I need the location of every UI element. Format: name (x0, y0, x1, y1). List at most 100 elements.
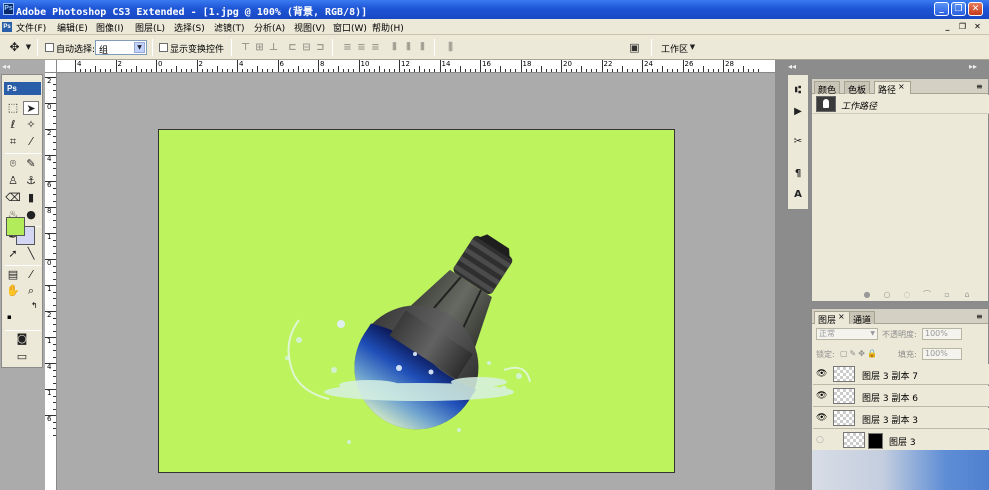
close-tab-icon[interactable]: × (898, 82, 905, 91)
stroke-path-icon[interactable]: ○ (882, 290, 892, 300)
brush-tool-icon[interactable]: ✎ (23, 157, 39, 171)
visibility-eye-icon[interactable]: 👁 (816, 413, 827, 423)
panel-menu-icon[interactable]: ≡ (976, 82, 983, 91)
visibility-eye-icon[interactable]: ○ (816, 435, 826, 445)
marquee-tool-icon[interactable]: ⬚ (5, 101, 21, 115)
align-vcenter-icon[interactable]: ⊞ (253, 41, 266, 54)
align-left-icon[interactable]: ⊏ (286, 41, 299, 54)
close-button[interactable]: ✕ (968, 2, 983, 16)
auto-align-icon[interactable]: ⫼ (444, 41, 457, 54)
menu-filter[interactable]: 滤镜(T) (214, 21, 245, 34)
distribute-hcenter-icon[interactable]: ⦀ (402, 41, 415, 54)
doc-restore-button[interactable]: ❐ (957, 22, 968, 32)
tab-channels[interactable]: 通道 (849, 311, 876, 326)
tab-swatches[interactable]: 色板 (844, 81, 871, 96)
align-hcenter-icon[interactable]: ⊟ (300, 41, 313, 54)
visibility-eye-icon[interactable]: 👁 (816, 369, 827, 379)
fill-field[interactable]: 100% (922, 348, 962, 360)
ruler-origin[interactable] (45, 60, 57, 73)
tab-layers[interactable]: 图层 (814, 311, 852, 326)
hand-tool-icon[interactable]: ✋ (5, 284, 21, 298)
delete-path-icon[interactable]: ⌂ (962, 290, 972, 300)
actions-panel-icon[interactable]: ▶ (791, 105, 805, 119)
tab-paths[interactable]: 路径 (874, 81, 912, 96)
distribute-top-icon[interactable]: ≡ (341, 41, 354, 54)
layer-row[interactable]: 👁 图层 3 副本 6 (813, 386, 989, 407)
default-colors-icon[interactable]: ▪ (7, 313, 12, 321)
tab-color[interactable]: 颜色 (814, 81, 841, 96)
path-selection-icon[interactable]: ➚ (5, 247, 21, 261)
fill-path-icon[interactable]: ● (862, 290, 872, 300)
menu-view[interactable]: 视图(V) (294, 21, 325, 34)
doc-minimize-button[interactable]: _ (942, 22, 953, 32)
zoom-tool-icon[interactable]: ⌕ (23, 284, 39, 298)
layer-row[interactable]: ○ 图层 3 (813, 430, 989, 451)
layer-row[interactable]: 👁 图层 3 副本 7 (813, 364, 989, 385)
menu-edit[interactable]: 编辑(E) (57, 21, 88, 34)
eyedropper-tool-icon[interactable]: ⁄ (23, 268, 39, 282)
visibility-eye-icon[interactable]: 👁 (816, 391, 827, 401)
show-transform-checkbox[interactable] (159, 43, 168, 52)
doc-close-button[interactable]: ✕ (972, 22, 983, 32)
auto-select-checkbox[interactable] (45, 43, 54, 52)
history-panel-icon[interactable]: ⑆ (791, 84, 805, 98)
paragraph-panel-icon[interactable]: ¶ (791, 167, 805, 181)
dodge-tool-icon[interactable]: ● (23, 208, 39, 222)
move-tool-preset-icon[interactable]: ✥ (8, 41, 21, 54)
character-panel-icon[interactable]: A (791, 188, 805, 202)
layer-row[interactable]: 👁 图层 3 副本 3 (813, 408, 989, 429)
slice-tool-icon[interactable]: ⁄ (23, 135, 39, 149)
menu-select[interactable]: 选择(S) (174, 21, 205, 34)
menu-analysis[interactable]: 分析(A) (254, 21, 285, 34)
expand-panels-icon[interactable]: ▸▸ (969, 62, 977, 71)
blend-mode-dropdown[interactable]: 正常 ▼ (816, 328, 878, 340)
distribute-right-icon[interactable]: ⦀ (416, 41, 429, 54)
menu-image[interactable]: 图像(I) (96, 21, 124, 34)
maximize-button[interactable]: ❐ (951, 2, 966, 16)
lock-icons[interactable]: ▢✎✥🔒 (840, 349, 879, 358)
make-work-path-icon[interactable]: ⌒ (922, 290, 932, 300)
minimize-button[interactable]: _ (934, 2, 949, 16)
menu-layer[interactable]: 图层(L) (135, 21, 165, 34)
path-row[interactable]: 工作路径 (813, 95, 989, 114)
align-top-icon[interactable]: ⊤ (239, 41, 252, 54)
menu-file[interactable]: 文件(F) (16, 21, 46, 34)
distribute-bottom-icon[interactable]: ≡ (369, 41, 382, 54)
collapse-toolbox-icon[interactable]: ◂◂ (2, 62, 10, 71)
bridge-icon[interactable]: ▣ (628, 41, 641, 54)
distribute-vcenter-icon[interactable]: ≡ (355, 41, 368, 54)
close-tab-icon[interactable]: × (838, 312, 845, 321)
tool-presets-icon[interactable]: ✂ (791, 135, 805, 149)
history-brush-icon[interactable]: ⚓ (23, 174, 39, 188)
foreground-color-swatch[interactable] (6, 217, 25, 236)
move-tool-icon[interactable]: ➤ (23, 101, 39, 115)
new-path-icon[interactable]: ▫ (942, 290, 952, 300)
workspace-chevron-down-icon[interactable]: ▼ (686, 41, 699, 54)
align-right-icon[interactable]: ⊐ (314, 41, 327, 54)
auto-select-dropdown[interactable]: 组 ▼ (95, 40, 147, 56)
gradient-tool-icon[interactable]: ▮ (23, 191, 39, 205)
healing-brush-icon[interactable]: ⌾ (5, 157, 21, 171)
magic-wand-icon[interactable]: ✧ (23, 118, 39, 132)
panel-menu-icon[interactable]: ≡ (976, 312, 983, 321)
opacity-field[interactable]: 100% (922, 328, 962, 340)
crop-tool-icon[interactable]: ⌗ (5, 135, 21, 149)
horizontal-ruler[interactable]: 4 2 0 2 4 6 8 10 12 14 16 18 20 22 24 26 28 (57, 60, 775, 73)
distribute-left-icon[interactable]: ⦀ (388, 41, 401, 54)
align-bottom-icon[interactable]: ⊥ (267, 41, 280, 54)
chevron-down-icon[interactable]: ▼ (22, 41, 35, 54)
load-selection-icon[interactable]: ◌ (902, 290, 912, 300)
lasso-tool-icon[interactable]: ℓ (5, 118, 21, 132)
menu-window[interactable]: 窗口(W) (333, 21, 367, 34)
quick-mask-icon[interactable]: ◙ (14, 332, 30, 346)
collapse-iconbar-icon[interactable]: ◂◂ (788, 62, 796, 71)
eraser-tool-icon[interactable]: ⌫ (5, 191, 21, 205)
line-tool-icon[interactable]: ╲ (23, 247, 39, 261)
screen-mode-icon[interactable]: ▭ (14, 350, 30, 364)
swap-colors-icon[interactable]: ↰ (31, 301, 38, 310)
document-canvas[interactable] (158, 129, 675, 473)
document-icon[interactable]: Ps (2, 22, 12, 32)
workspace-button[interactable]: 工作区 (661, 42, 688, 55)
menu-help[interactable]: 帮助(H) (372, 21, 404, 34)
vertical-ruler[interactable]: 20246810121416 (45, 73, 57, 490)
